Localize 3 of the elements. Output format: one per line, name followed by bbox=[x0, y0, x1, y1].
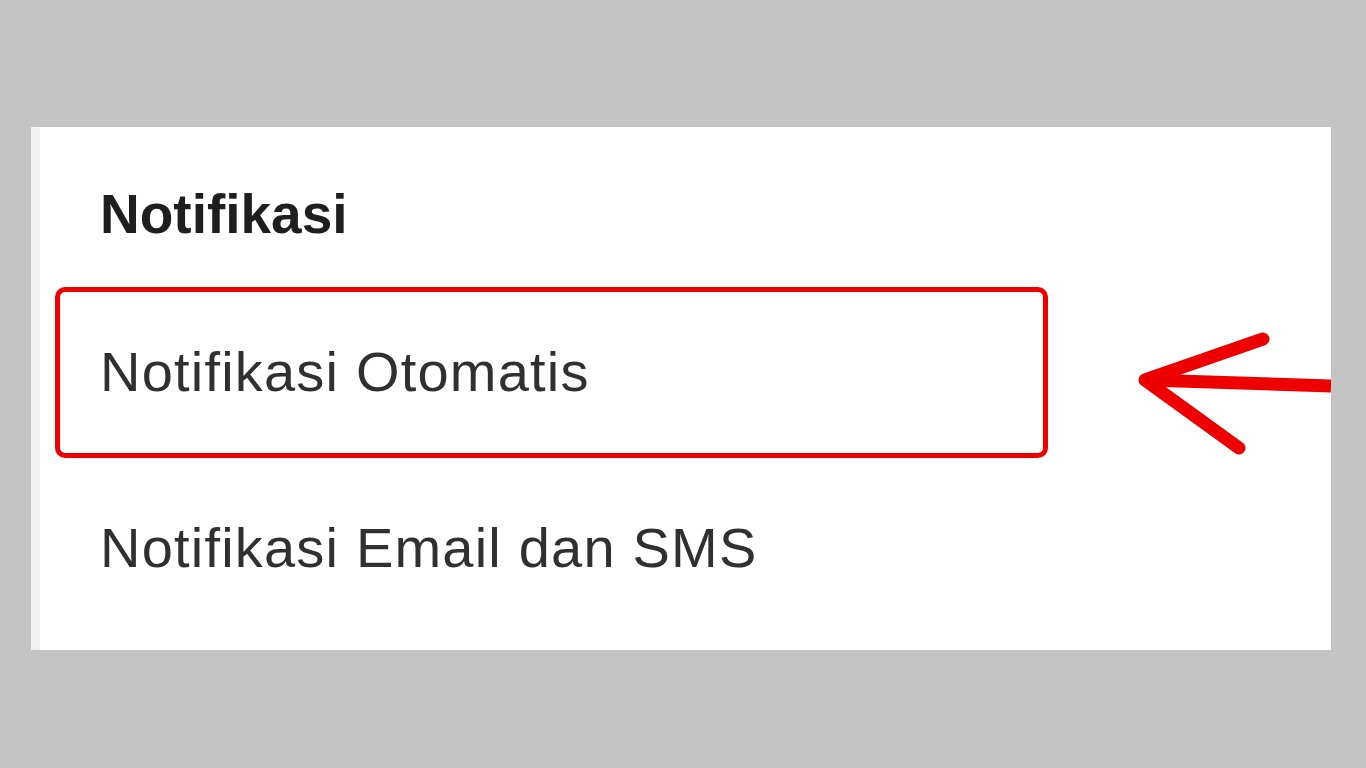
section-title: Notifikasi bbox=[100, 182, 348, 247]
menu-item[interactable]: Notifikasi Email dan SMS bbox=[100, 514, 758, 581]
menu-item[interactable]: Notifikasi Otomatis bbox=[100, 338, 590, 405]
